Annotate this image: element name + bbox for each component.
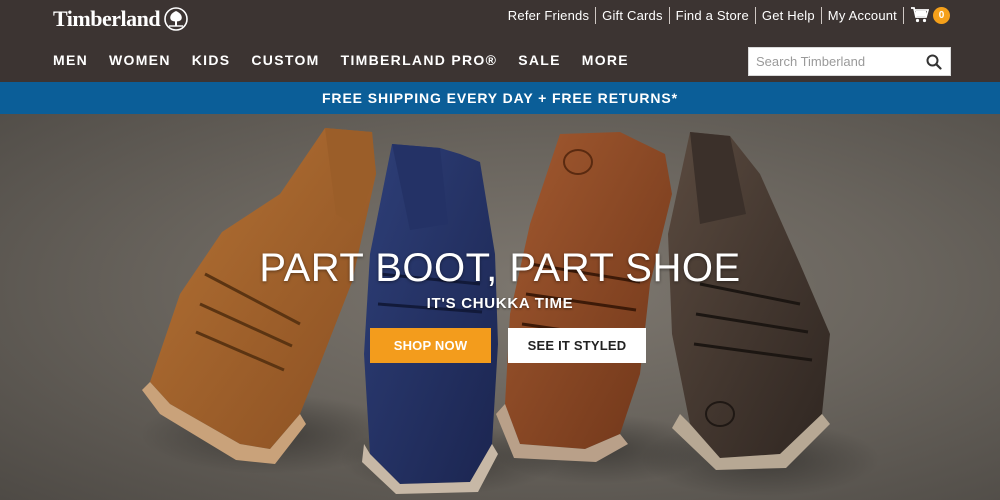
search-button[interactable] bbox=[919, 48, 949, 75]
promo-banner[interactable]: FREE SHIPPING EVERY DAY + FREE RETURNS* bbox=[0, 82, 1000, 114]
cart-button[interactable]: 0 bbox=[904, 6, 950, 24]
cart-icon bbox=[911, 7, 929, 23]
hero-copy: PART BOOT, PART SHOE IT'S CHUKKA TIME bbox=[0, 246, 1000, 312]
search-box bbox=[748, 47, 951, 76]
see-it-styled-button[interactable]: SEE IT STYLED bbox=[508, 328, 646, 363]
utility-nav: Refer Friends Gift Cards Find a Store Ge… bbox=[502, 5, 950, 25]
hero-subtitle: IT'S CHUKKA TIME bbox=[426, 295, 574, 312]
brand-name: Timberland bbox=[53, 6, 161, 31]
nav-item-men[interactable]: MEN bbox=[53, 52, 88, 68]
navy-suede-boot bbox=[362, 144, 498, 494]
hero-title: PART BOOT, PART SHOE bbox=[259, 246, 741, 290]
find-store-link[interactable]: Find a Store bbox=[670, 8, 755, 23]
get-help-link[interactable]: Get Help bbox=[756, 8, 821, 23]
nav-item-kids[interactable]: KIDS bbox=[192, 52, 231, 68]
gift-cards-link[interactable]: Gift Cards bbox=[596, 8, 669, 23]
site-header: Timberland Refer Friends Gift Cards Find… bbox=[0, 0, 1000, 82]
my-account-link[interactable]: My Account bbox=[822, 8, 903, 23]
search-icon bbox=[926, 54, 942, 70]
shop-now-button[interactable]: SHOP NOW bbox=[370, 328, 491, 363]
hero-banner: PART BOOT, PART SHOE IT'S CHUKKA TIME SH… bbox=[0, 114, 1000, 500]
main-nav: MEN WOMEN KIDS CUSTOM TIMBERLAND PRO® SA… bbox=[53, 52, 650, 68]
refer-friends-link[interactable]: Refer Friends bbox=[502, 8, 595, 23]
nav-item-women[interactable]: WOMEN bbox=[109, 52, 171, 68]
search-input[interactable] bbox=[749, 48, 919, 75]
cart-count-badge: 0 bbox=[933, 6, 950, 24]
tree-logo-icon bbox=[164, 7, 188, 31]
nav-item-more[interactable]: MORE bbox=[582, 52, 629, 68]
nav-item-timberland-pro[interactable]: TIMBERLAND PRO® bbox=[341, 52, 498, 68]
brand-logo[interactable]: Timberland bbox=[53, 5, 188, 33]
promo-text: FREE SHIPPING EVERY DAY + FREE RETURNS* bbox=[321, 90, 679, 106]
nav-item-custom[interactable]: CUSTOM bbox=[251, 52, 319, 68]
hero-cta-group: SHOP NOW SEE IT STYLED bbox=[370, 328, 646, 363]
nav-item-sale[interactable]: SALE bbox=[518, 52, 561, 68]
